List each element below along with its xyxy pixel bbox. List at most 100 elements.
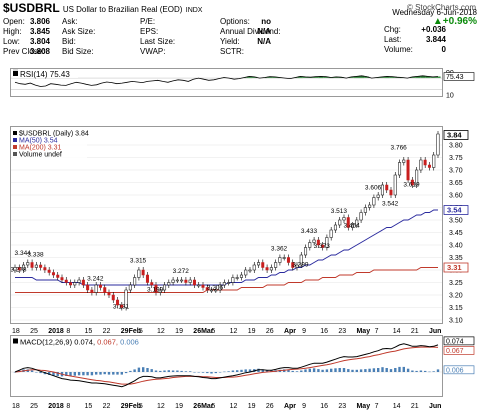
macd-histogram-bar [308,368,311,372]
candle [269,267,273,271]
macd-legend-text: MACD(12,26,9) 0.074, 0.067, 0.006 [20,338,139,347]
macd-histogram-bar [193,372,196,373]
price-annotation: 3.362 [271,246,288,253]
macd-histogram-bar [385,368,388,372]
price-legend-swatch [13,131,17,135]
price-axis: 3.103.153.203.253.303.353.403.453.503.55… [443,130,469,325]
macd-histogram-bar [342,368,346,372]
rsi-title: RSI(14) 75.43 [20,70,70,79]
macd-histogram-bar [159,370,162,372]
candle [227,282,231,284]
candle [423,159,427,166]
macd-histogram-bar [99,372,102,375]
candle [376,194,380,198]
field-label: EPS: [140,27,159,36]
field-label: P/E: [140,17,156,26]
candle [329,229,333,238]
candle [30,262,34,268]
macd-histogram-bar [116,372,119,375]
rsi-tick-label: 10 [446,93,454,99]
candle [141,269,145,276]
macd-histogram-bar [146,368,149,372]
price-x-tick: 5 [139,328,143,335]
price-annotation: 3.454 [344,223,361,230]
candle [77,279,81,283]
price-annotation: 3.338 [27,252,44,259]
macd-histogram-bar [112,372,115,375]
candle [171,279,175,283]
price-x-tick: 18 [12,328,20,335]
macd-histogram-bar [150,369,153,372]
price-last-label: 3.84 [447,131,462,140]
macd-line [14,343,439,388]
candle [252,264,256,271]
exchange: INDX [185,7,203,14]
field-label: Chg: [384,25,401,34]
macd-histogram-bar [334,368,337,372]
macd-x-tick: 21 [411,403,419,410]
candle [427,164,431,168]
macd-last-label: 0.074 [446,338,464,345]
macd-histogram-bar [419,370,423,372]
field-label: Last Size: [140,37,176,46]
candle [359,212,363,221]
macd-histogram-bar [364,369,367,372]
macd-histogram-bar [377,368,380,372]
field-value: 0 [441,45,446,54]
candle [419,159,423,171]
macd-x-tick: 5 [139,403,143,410]
price-legend-swatch [13,138,17,142]
macd-histogram-bar [77,372,81,376]
price-legend-entry: MA(50) 3.54 [19,138,58,145]
candle [56,274,60,278]
macd-histogram-bar [432,371,435,372]
candle [244,269,248,276]
candle [372,197,376,206]
macd-histogram-bar [167,370,170,372]
price-x-tick: 9 [302,328,306,335]
price-x-tick: 23 [338,328,346,335]
candle [282,257,286,259]
price-tick-label: 3.80 [449,143,463,150]
macd-legend-entry: MACD(12,26,9) [20,338,73,347]
price-annotation: 3.242 [87,276,104,283]
candle [43,267,47,271]
ma50-line [15,209,438,286]
price-legend: $USDBRL (Daily) 3.84MA(50) 3.54MA(200) 3… [12,128,89,161]
rsi-line [14,75,439,87]
price-tick-label: 3.70 [449,168,463,175]
macd-histogram-bar [355,369,358,372]
macd-x-tick: 5 [211,403,215,410]
symbol-description: US Dollar to Brazilian Real (EOD) [62,5,183,14]
macd-histogram-bar [244,369,247,372]
macd-histogram-bar [95,372,98,375]
macd-histogram-bar [312,368,316,372]
candle [47,269,51,273]
macd-x-tick: Apr [284,403,296,410]
candle [261,262,265,268]
price-annotation: 3.206 [207,285,224,292]
macd-histogram-bar [163,370,166,372]
macd-histogram-bar [180,370,183,372]
candle [98,284,102,288]
price-annotation: 3.433 [301,228,318,235]
price-tick-label: 3.35 [449,255,463,262]
candle [34,264,38,268]
macd-histogram-bar [436,369,440,372]
macd-histogram-bar [389,369,393,372]
macd-legend: MACD(12,26,9) 0.074, 0.067, 0.006 [12,336,162,347]
candle [81,279,85,286]
price-x-tick: 7 [375,328,379,335]
candle [286,257,290,263]
macd-histogram-bar [300,370,303,372]
price-tick-label: 3.60 [449,193,463,200]
macd-histogram-bar [137,367,141,372]
candle [201,284,205,288]
candle [304,247,308,256]
macd-histogram-bar [120,372,123,375]
price-legend-swatch [13,145,17,149]
candle [432,154,436,168]
macd-histogram-bar [291,370,294,372]
price-x-tick: 12 [230,328,238,335]
macd-histogram-bar [304,369,307,372]
